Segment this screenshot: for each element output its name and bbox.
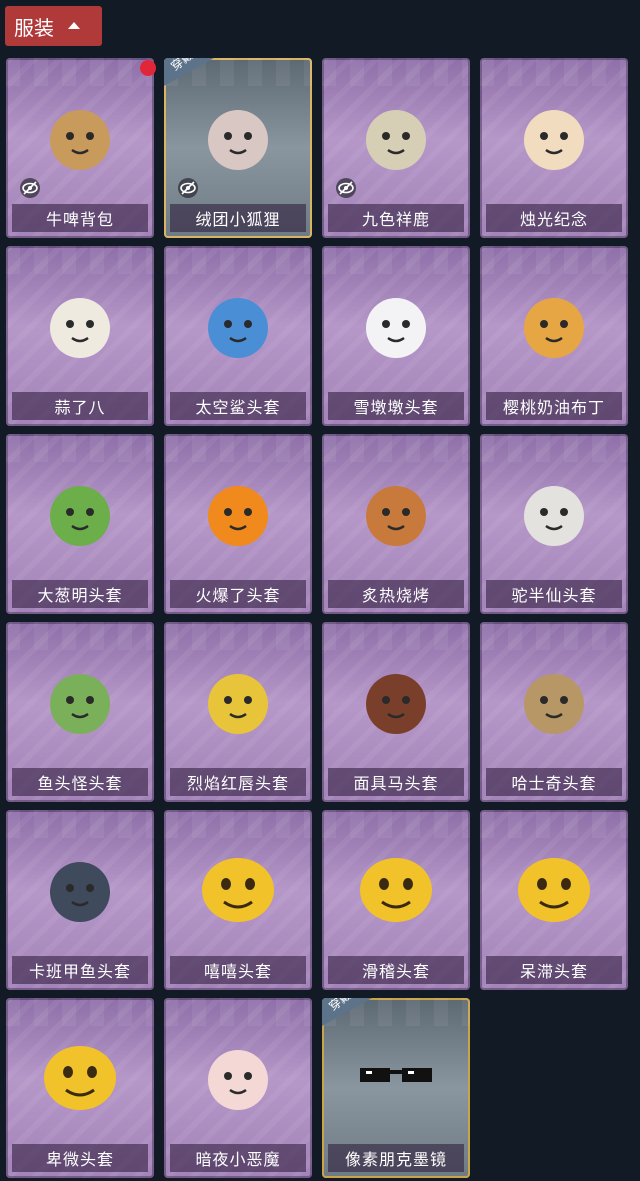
whale-icon — [38, 846, 122, 930]
item-card[interactable]: 暗夜小恶魔 — [164, 998, 312, 1178]
item-name: 太空鲨头套 — [170, 392, 306, 420]
item-name: 哈士奇头套 — [486, 768, 622, 796]
item-name: 雪墩墩头套 — [328, 392, 464, 420]
eye-hidden-icon[interactable] — [20, 178, 40, 198]
item-name: 炙热烧烤 — [328, 580, 464, 608]
item-name: 滑稽头套 — [328, 956, 464, 984]
item-name: 火爆了头套 — [170, 580, 306, 608]
husky-icon — [512, 658, 596, 742]
item-name: 鱼头怪头套 — [12, 768, 148, 796]
card-pattern — [164, 434, 312, 462]
item-card[interactable]: 穿戴 像素朋克墨镜 — [322, 998, 470, 1178]
item-card[interactable]: 呆滞头套 — [480, 810, 628, 990]
card-pattern — [322, 810, 470, 838]
space-shark-icon — [196, 282, 280, 366]
item-name: 嘻嘻头套 — [170, 956, 306, 984]
eye-hidden-icon[interactable] — [178, 178, 198, 198]
grin-emoji-icon — [196, 846, 280, 930]
card-pattern — [164, 998, 312, 1026]
horse-mask-icon — [354, 658, 438, 742]
item-card[interactable]: 牛啤背包 — [6, 58, 154, 238]
item-name: 牛啤背包 — [12, 204, 148, 232]
item-card[interactable]: 炙热烧烤 — [322, 434, 470, 614]
pudding-icon — [512, 282, 596, 366]
item-name: 蒜了八 — [12, 392, 148, 420]
item-card[interactable]: 烈焰红唇头套 — [164, 622, 312, 802]
item-card[interactable]: 鱼头怪头套 — [6, 622, 154, 802]
card-pattern — [164, 810, 312, 838]
card-pattern — [480, 246, 628, 274]
card-pattern — [480, 622, 628, 650]
fire-icon — [196, 470, 280, 554]
item-name: 卡班甲鱼头套 — [12, 956, 148, 984]
item-card[interactable]: 蒜了八 — [6, 246, 154, 426]
item-card[interactable]: 卡班甲鱼头套 — [6, 810, 154, 990]
item-name: 大葱明头套 — [12, 580, 148, 608]
card-pattern — [322, 622, 470, 650]
card-pattern — [6, 246, 154, 274]
dazed-emoji-icon — [512, 846, 596, 930]
garlic-icon — [38, 282, 122, 366]
item-card[interactable]: 嘻嘻头套 — [164, 810, 312, 990]
item-card[interactable]: 卑微头套 — [6, 998, 154, 1178]
card-pattern — [6, 810, 154, 838]
eye-hidden-icon[interactable] — [336, 178, 356, 198]
item-card[interactable]: 火爆了头套 — [164, 434, 312, 614]
item-card[interactable]: 雪墩墩头套 — [322, 246, 470, 426]
card-pattern — [6, 434, 154, 462]
item-card[interactable]: 九色祥鹿 — [322, 58, 470, 238]
card-pattern — [6, 622, 154, 650]
item-card[interactable]: 穿戴 绒团小狐狸 — [164, 58, 312, 238]
card-pattern — [480, 58, 628, 86]
new-indicator-dot — [140, 60, 156, 76]
card-pattern — [322, 434, 470, 462]
card-pattern — [322, 246, 470, 274]
item-name: 九色祥鹿 — [328, 204, 464, 232]
item-name: 樱桃奶油布丁 — [486, 392, 622, 420]
item-card[interactable]: 太空鲨头套 — [164, 246, 312, 426]
outfit-tab[interactable]: 服装 — [5, 6, 102, 46]
item-name: 像素朋克墨镜 — [328, 1144, 464, 1172]
humble-emoji-icon — [38, 1034, 122, 1118]
card-pattern — [322, 58, 470, 86]
card-pattern — [6, 58, 154, 86]
item-name: 面具马头套 — [328, 768, 464, 796]
item-name: 驼半仙头套 — [486, 580, 622, 608]
devil-icon — [196, 1034, 280, 1118]
scallion-icon — [38, 470, 122, 554]
item-name: 绒团小狐狸 — [170, 204, 306, 232]
item-card[interactable]: 面具马头套 — [322, 622, 470, 802]
card-pattern — [164, 622, 312, 650]
fluffy-fox-icon — [196, 94, 280, 178]
bbq-meat-icon — [354, 470, 438, 554]
item-name: 呆滞头套 — [486, 956, 622, 984]
fish-head-icon — [38, 658, 122, 742]
item-name: 烈焰红唇头套 — [170, 768, 306, 796]
item-card[interactable]: 哈士奇头套 — [480, 622, 628, 802]
item-name: 暗夜小恶魔 — [170, 1144, 306, 1172]
snowman-icon — [354, 282, 438, 366]
item-card[interactable]: 樱桃奶油布丁 — [480, 246, 628, 426]
card-pattern — [6, 998, 154, 1026]
beer-cow-backpack-icon — [38, 94, 122, 178]
pixel-sunglasses-icon — [354, 1034, 438, 1118]
chevron-up-icon — [68, 21, 80, 29]
card-pattern — [164, 246, 312, 274]
candle-icon — [512, 94, 596, 178]
item-card[interactable]: 滑稽头套 — [322, 810, 470, 990]
card-pattern — [480, 810, 628, 838]
bear-shades-icon — [512, 470, 596, 554]
item-card[interactable]: 驼半仙头套 — [480, 434, 628, 614]
item-card[interactable]: 烛光纪念 — [480, 58, 628, 238]
item-card[interactable]: 大葱明头套 — [6, 434, 154, 614]
item-name: 烛光纪念 — [486, 204, 622, 232]
funny-emoji-icon — [354, 846, 438, 930]
nine-color-deer-icon — [354, 94, 438, 178]
item-name: 卑微头套 — [12, 1144, 148, 1172]
red-lips-mask-icon — [196, 658, 280, 742]
outfit-tab-label: 服装 — [14, 15, 54, 40]
card-pattern — [480, 434, 628, 462]
